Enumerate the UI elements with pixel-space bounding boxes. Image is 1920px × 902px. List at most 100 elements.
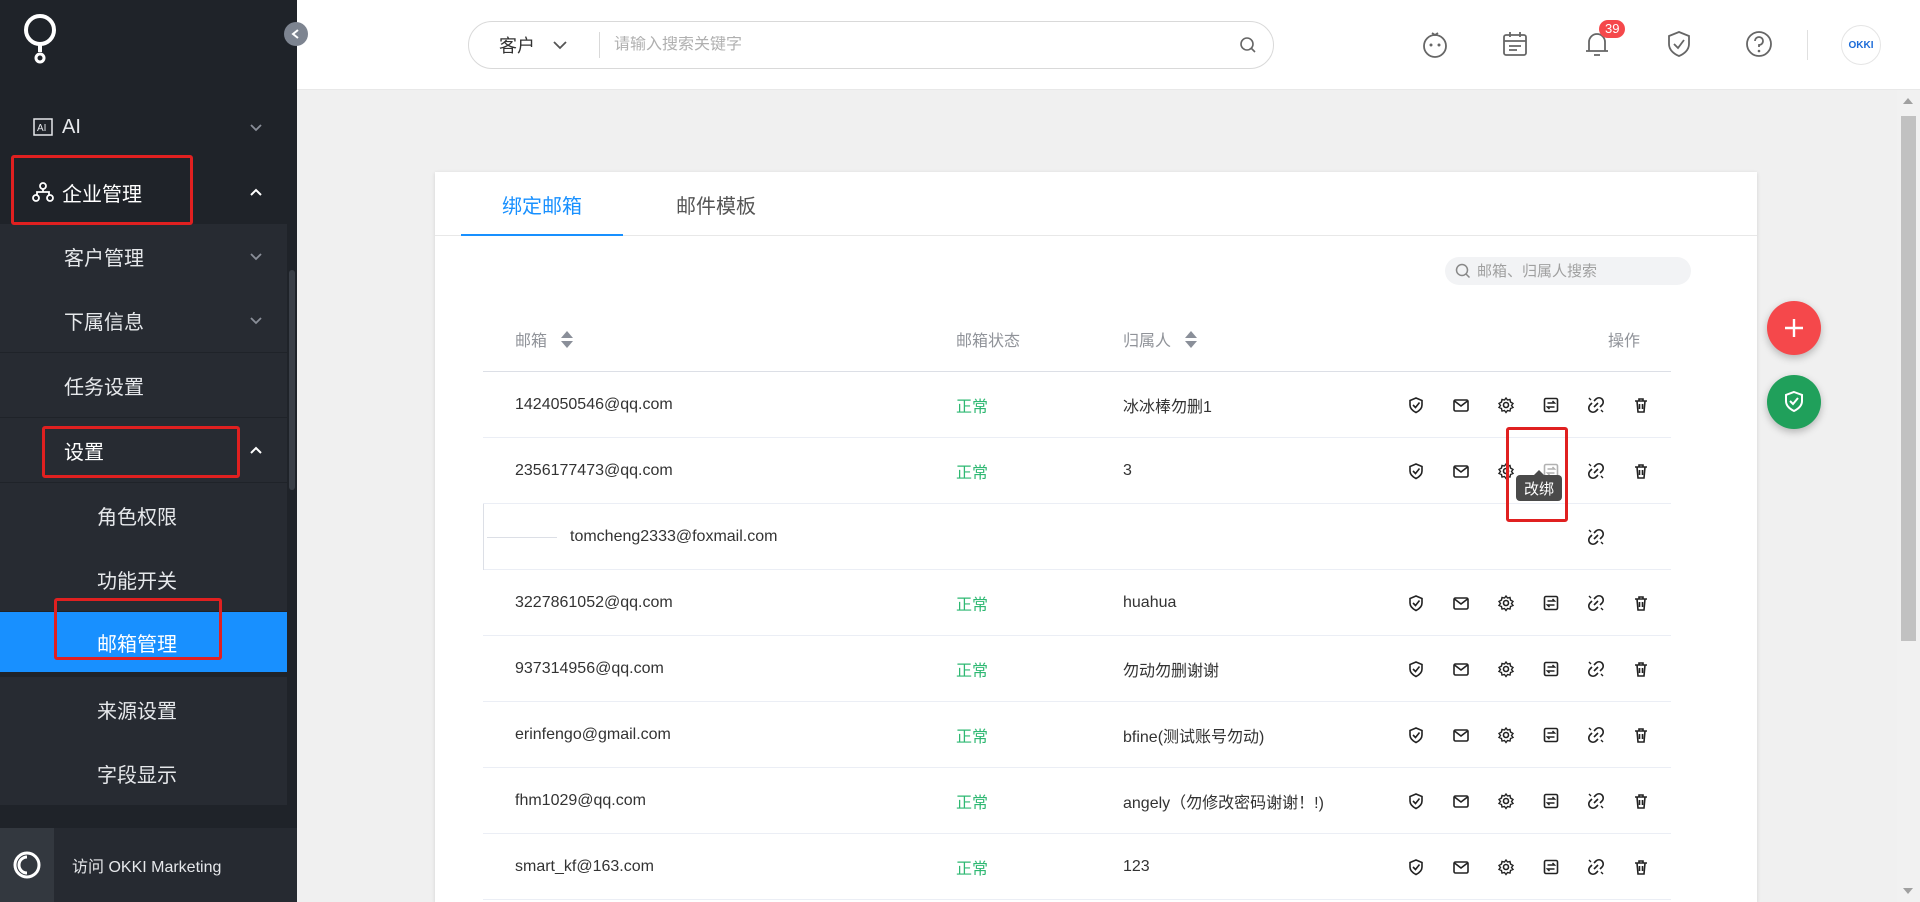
sidebar-item-label: 邮箱管理	[97, 633, 177, 656]
settings-button[interactable]	[1483, 834, 1528, 900]
verify-button[interactable]	[1393, 372, 1438, 438]
unbind-button[interactable]	[1573, 438, 1618, 504]
sidebar-collapse-button[interactable]	[284, 22, 308, 46]
shield-check-icon	[1785, 390, 1803, 413]
add-fab-button[interactable]	[1767, 301, 1821, 355]
delete-button[interactable]	[1618, 570, 1663, 636]
tab-bar: 绑定邮箱 邮件模板	[435, 172, 1757, 236]
settings-button[interactable]	[1483, 702, 1528, 768]
page-scroll-thumb[interactable]	[1901, 116, 1916, 641]
rebind-button[interactable]	[1528, 570, 1573, 636]
cell-status: 正常	[956, 465, 989, 482]
user-avatar[interactable]: OKKI	[1841, 25, 1881, 65]
rebind-button[interactable]	[1528, 834, 1573, 900]
col-status-header: 邮箱状态	[956, 333, 1021, 350]
unbind-button[interactable]	[1573, 636, 1618, 702]
verify-button[interactable]	[1393, 702, 1438, 768]
security-fab-button[interactable]	[1767, 375, 1821, 429]
trash-icon	[1634, 662, 1647, 677]
sidebar-footer[interactable]: 访问 OKKI Marketing	[0, 828, 297, 902]
mail-button[interactable]	[1438, 768, 1483, 834]
rebind-button[interactable]	[1528, 372, 1573, 438]
verify-button[interactable]	[1393, 834, 1438, 900]
sidebar-item-task-settings[interactable]: 任务设置	[0, 353, 287, 417]
verify-button[interactable]	[1393, 768, 1438, 834]
delete-button[interactable]	[1618, 636, 1663, 702]
scroll-down-arrow[interactable]	[1903, 888, 1913, 894]
verify-button[interactable]	[1393, 570, 1438, 636]
page-scrollbar[interactable]	[1897, 90, 1920, 902]
mail-button[interactable]	[1438, 570, 1483, 636]
rebind-button[interactable]	[1528, 768, 1573, 834]
unbind-button[interactable]	[1573, 768, 1618, 834]
sort-icon[interactable]	[561, 330, 574, 348]
sidebar-item-field-display[interactable]: 字段显示	[0, 741, 287, 805]
delete-button[interactable]	[1618, 834, 1663, 900]
cell-status: 正常	[956, 597, 989, 614]
cell-owner: angely（勿修改密码谢谢！!)	[1123, 795, 1324, 812]
verify-button[interactable]	[1393, 636, 1438, 702]
settings-button[interactable]	[1483, 636, 1528, 702]
sidebar-item-enterprise[interactable]: 企业管理	[0, 160, 287, 224]
sidebar-item-source-settings[interactable]: 来源设置	[0, 677, 287, 741]
table-header-row: 邮箱 邮箱状态 归属人 操作	[483, 306, 1671, 372]
sidebar-item-ai[interactable]: AI AI	[0, 95, 287, 159]
table-search-input[interactable]	[1477, 262, 1677, 280]
mail-button[interactable]	[1438, 372, 1483, 438]
col-email-header[interactable]: 邮箱	[515, 306, 574, 372]
notifications-button[interactable]: 39	[1579, 20, 1626, 62]
sidebar-scrollbar[interactable]	[287, 80, 297, 802]
app-logo-icon[interactable]	[20, 12, 60, 64]
unbind-button[interactable]	[1573, 834, 1618, 900]
table-row: fhm1029@qq.com 正常 angely（勿修改密码谢谢！!)	[483, 768, 1671, 834]
cell-owner: 3	[1123, 462, 1132, 479]
delete-button[interactable]	[1618, 372, 1663, 438]
calendar-button[interactable]	[1497, 26, 1533, 62]
footer-link-text: 访问 OKKI Marketing	[72, 859, 222, 876]
search-type-select[interactable]: 客户	[469, 32, 599, 58]
security-button[interactable]	[1661, 26, 1697, 62]
search-input[interactable]	[600, 36, 1223, 54]
mail-button[interactable]	[1438, 438, 1483, 504]
top-header: 客户 39 OKKI	[297, 0, 1920, 90]
unbind-button[interactable]	[1573, 702, 1618, 768]
verify-button[interactable]	[1393, 438, 1438, 504]
help-button[interactable]	[1741, 26, 1777, 62]
scroll-up-arrow[interactable]	[1903, 98, 1913, 104]
settings-button[interactable]	[1483, 570, 1528, 636]
delete-button[interactable]	[1618, 702, 1663, 768]
sidebar-item-settings[interactable]: 设置	[0, 418, 287, 482]
rebind-button[interactable]	[1528, 702, 1573, 768]
unbind-button[interactable]	[1573, 372, 1618, 438]
tab-bound-mailbox[interactable]: 绑定邮箱	[461, 172, 623, 236]
tab-mail-template[interactable]: 邮件模板	[635, 172, 797, 236]
mail-button[interactable]	[1438, 834, 1483, 900]
table-row: erinfengo@gmail.com 正常 bfine(测试账号勿动)	[483, 702, 1671, 768]
sidebar-scroll-thumb[interactable]	[289, 270, 295, 490]
cell-status: 正常	[956, 861, 989, 878]
search-button[interactable]	[1223, 36, 1273, 54]
shield-check-icon	[1408, 595, 1423, 612]
sidebar-item-role-permissions[interactable]: 角色权限	[0, 483, 287, 547]
col-owner-header[interactable]: 归属人	[1123, 306, 1198, 372]
settings-button[interactable]	[1483, 372, 1528, 438]
sidebar-item-feature-switch[interactable]: 功能开关	[0, 547, 287, 611]
unlink-icon	[1587, 660, 1604, 678]
rebind-button[interactable]	[1528, 636, 1573, 702]
sort-icon[interactable]	[1185, 330, 1198, 348]
settings-button[interactable]	[1483, 768, 1528, 834]
table-search[interactable]	[1445, 257, 1691, 285]
cell-email: fhm1029@qq.com	[515, 792, 646, 809]
mail-button[interactable]	[1438, 702, 1483, 768]
gear-icon	[1497, 396, 1514, 414]
delete-button[interactable]	[1618, 768, 1663, 834]
unbind-button[interactable]	[1573, 570, 1618, 636]
assistant-robot-button[interactable]	[1417, 26, 1453, 62]
sidebar-item-mailbox-management[interactable]: 邮箱管理	[0, 612, 287, 672]
delete-button[interactable]	[1618, 438, 1663, 504]
sidebar-item-customer-management[interactable]: 客户管理	[0, 224, 287, 288]
sidebar-item-subordinate-info[interactable]: 下属信息	[0, 288, 287, 352]
mail-button[interactable]	[1438, 636, 1483, 702]
unbind-button[interactable]	[1573, 504, 1618, 570]
header-divider	[1807, 30, 1808, 60]
